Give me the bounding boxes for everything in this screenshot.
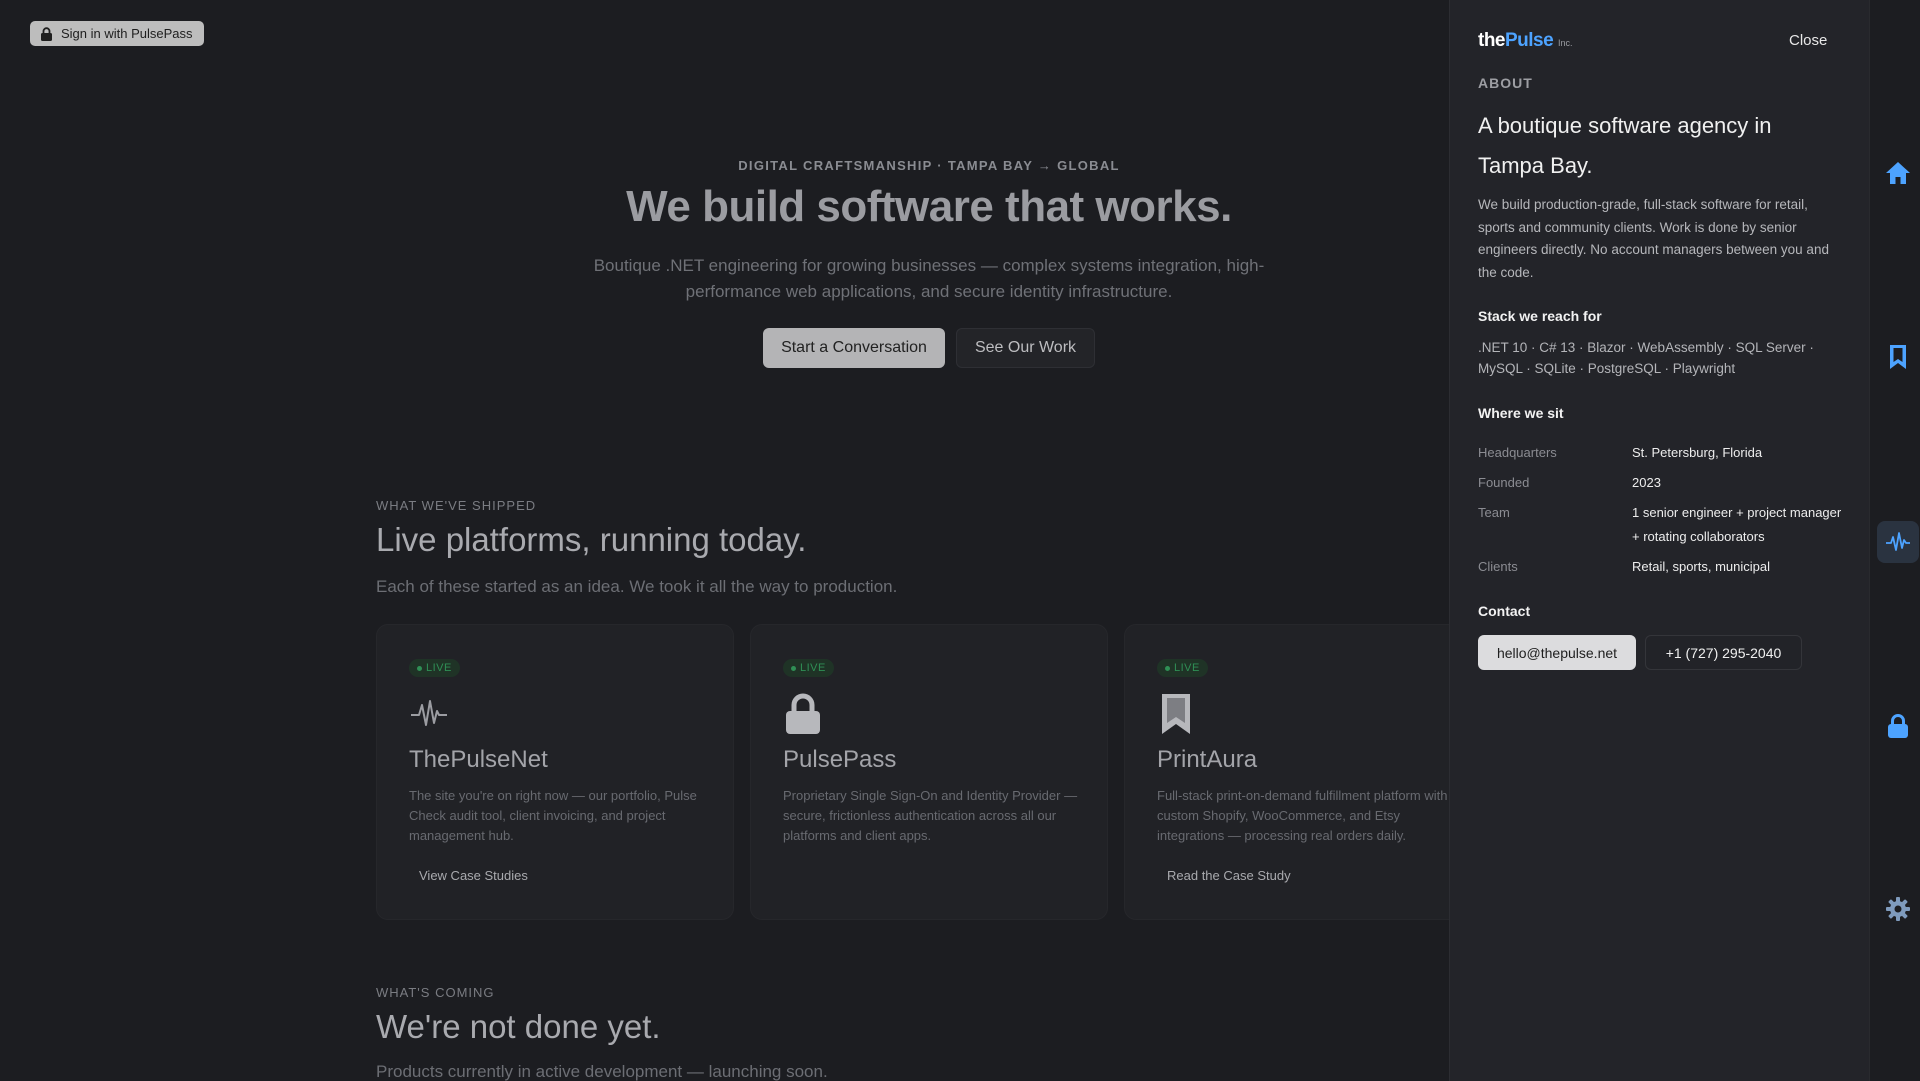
dock-pulse-button[interactable] [1877,521,1919,563]
coming-eyebrow: WHAT'S COMING [376,985,495,1000]
page: Sign in with PulsePass DIGITAL CRAFTSMAN… [0,0,1920,1081]
product-description: The site you're on right now — our portf… [409,788,697,843]
dock-bookmark-button[interactable] [1877,336,1919,378]
product-card-printaura: LIVE PrintAura Full-stack print-on-deman… [1124,624,1464,920]
phone-button[interactable]: +1 (727) 295-2040 [1645,635,1802,670]
pulse-icon [1886,532,1910,551]
hero-lead: Boutique .NET engineering for growing bu… [593,256,1265,301]
about-panel: thePulse Inc. Close ABOUT A boutique sof… [1449,0,1869,1081]
pulse-icon [411,700,447,726]
coming-subtitle: Products currently in active development… [376,1062,828,1081]
product-card-pulsepass: LIVE PulsePass Proprietary Single Sign-O… [750,624,1108,920]
shipped-title: Live platforms, running today. [376,521,807,558]
bookmark-icon [1890,345,1906,369]
product-name: PrintAura [1157,746,1258,773]
live-badge: LIVE [1157,659,1208,677]
panel-section-label: ABOUT [1478,75,1533,91]
stack-heading: Stack we reach for [1478,308,1602,324]
panel-title: A boutique software agency in Tampa Bay. [1478,113,1772,178]
fact-key: Founded [1478,475,1530,490]
lock-icon [786,693,820,734]
fact-key: Clients [1478,559,1518,574]
logo-the: the [1478,30,1506,51]
fact-value: 2023 [1632,475,1661,490]
live-badge: LIVE [409,659,460,677]
close-button[interactable]: Close [1789,32,1827,49]
view-case-studies-link[interactable]: View Case Studies [419,868,528,883]
signin-label: Sign in with PulsePass [61,26,193,41]
email-button[interactable]: hello@thepulse.net [1478,635,1636,670]
shipped-subtitle: Each of these started as an idea. We too… [376,577,898,596]
stack-list: .NET 10 · C# 13 · Blazor · WebAssembly ·… [1478,340,1814,376]
contact-heading: Contact [1478,603,1531,619]
dock-settings-button[interactable] [1877,888,1919,930]
product-description: Proprietary Single Sign-On and Identity … [783,788,1078,843]
live-badge: LIVE [783,659,834,677]
read-case-study-link[interactable]: Read the Case Study [1167,868,1291,883]
fact-key: Headquarters [1478,445,1557,460]
where-heading: Where we sit [1478,405,1564,421]
product-description: Full-stack print-on-demand fulfillment p… [1157,788,1448,843]
product-card-thepulsenet: LIVE ThePulseNet The site you're on righ… [376,624,734,920]
brand-logo[interactable]: thePulse Inc. [1478,30,1573,52]
live-badge-label: LIVE [1174,662,1200,674]
gear-icon [1886,897,1910,921]
lock-icon [41,26,52,41]
see-our-work-button[interactable]: See Our Work [956,328,1095,368]
start-conversation-button[interactable]: Start a Conversation [763,328,945,368]
coming-title: We're not done yet. [376,1008,661,1045]
fact-value: 1 senior engineer + project manager + ro… [1632,505,1842,544]
product-name: ThePulseNet [409,746,548,773]
status-dot [417,665,422,671]
logo-pulse: Pulse [1505,30,1554,51]
live-badge-label: LIVE [800,662,826,674]
fact-value: Retail, sports, municipal [1632,559,1770,574]
fact-value: St. Petersburg, Florida [1632,445,1763,460]
logo-inc: Inc. [1557,38,1573,48]
dock-lock-button[interactable] [1877,705,1919,747]
dock-home-button[interactable] [1877,152,1919,194]
panel-body: We build production-grade, full-stack so… [1478,197,1829,280]
lock-icon [1888,714,1908,738]
status-dot [791,665,796,671]
home-icon [1886,162,1910,184]
live-badge-label: LIVE [426,662,452,674]
bookmark-icon [1162,694,1190,734]
signin-button[interactable]: Sign in with PulsePass [30,21,204,46]
shipped-eyebrow: WHAT WE'VE SHIPPED [376,498,537,513]
product-name: PulsePass [783,746,897,773]
fact-key: Team [1478,505,1510,520]
side-dock [1869,0,1920,1081]
status-dot [1165,665,1170,671]
